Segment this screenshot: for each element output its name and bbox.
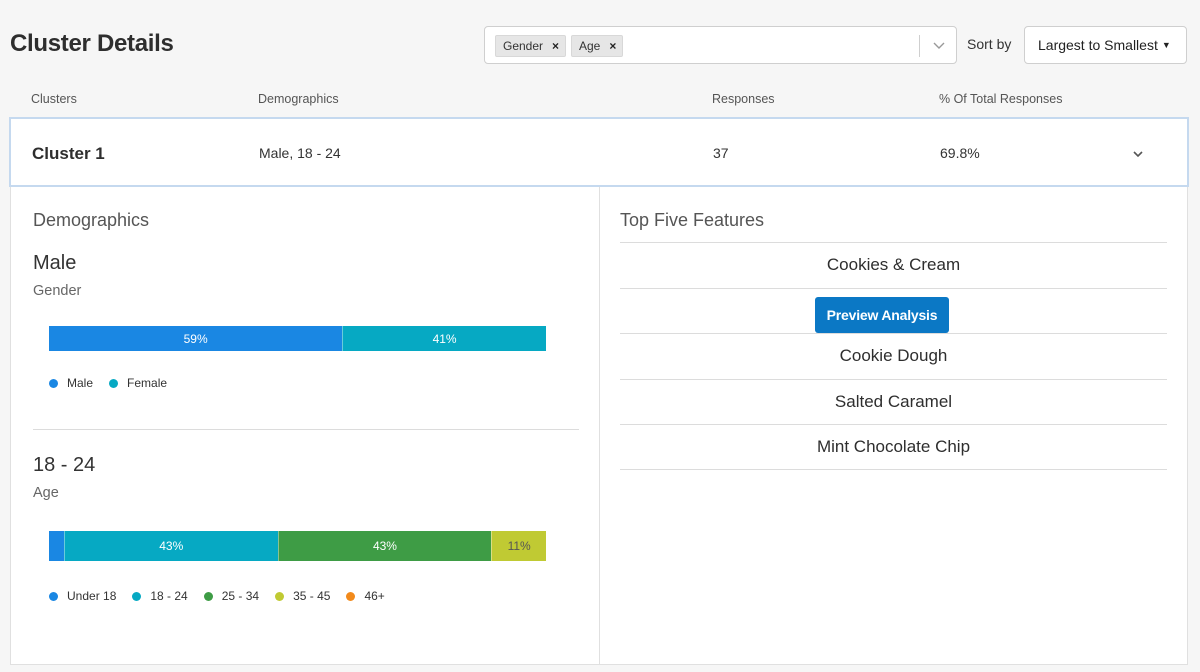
legend-dot-icon [203,591,213,601]
bar-segment-under-18 [49,531,64,561]
filter-select[interactable]: Gender × Age × [484,26,957,64]
section-divider [33,429,579,430]
feature-item: Salted Caramel [620,378,1167,425]
feature-item: Cookies & Cream [620,242,1167,288]
legend-label: Male [67,376,94,390]
cluster-detail-panel: Demographics Male Gender 59% 41% Male Fema… [10,187,1188,665]
column-header-percent: % Of Total Responses [939,92,1063,106]
legend-dot-icon [109,378,119,388]
legend-dot-icon [49,591,58,601]
legend-dot-icon [275,591,285,601]
page-title: Cluster Details [10,30,174,57]
bar-segment-35-45: 11% [491,531,546,561]
features-list: Cookies & Cream Cake Batter Cookie Dough… [620,242,1167,470]
remove-gender-icon[interactable]: × [552,39,559,53]
age-bar: 43% 43% 11% [49,531,546,561]
bar-segment-female: 41% [342,326,546,351]
legend-item: Under 18 [49,589,116,603]
chevron-down-icon[interactable] [931,37,947,53]
features-title: Top Five Features [620,210,765,230]
panel-divider [599,187,600,665]
legend-item: 46+ [346,589,385,603]
legend-label: Female [127,376,168,390]
feature-item: Mint Chocolate Chip [620,424,1167,470]
bar-segment-25-34: 43% [277,531,492,561]
legend-label: Under 18 [67,589,117,603]
sort-value: Largest to Smallest [1038,37,1158,53]
gender-value: Male [33,252,77,274]
bar-segment-male: 59% [49,326,343,351]
legend-item: 35 - 45 [275,589,330,603]
legend-item: 18 - 24 [132,589,188,603]
bar-segment-18-24: 43% [63,531,278,561]
age-label: Age [33,485,59,501]
legend-item: Female [109,376,167,390]
demographics-title: Demographics [33,210,150,230]
cluster-demographics: Male, 18 - 24 [259,145,341,161]
remove-age-icon[interactable]: × [609,39,616,53]
cluster-row[interactable]: Cluster 1 Male, 18 - 24 37 69.8% [9,117,1189,187]
gender-bar: 59% 41% [49,326,546,351]
sort-label: Sort by [967,36,1012,52]
cluster-percent: 69.8% [940,145,980,161]
chip-label: Age [579,39,601,53]
legend-label: 35 - 45 [293,589,331,603]
age-value: 18 - 24 [33,454,96,476]
age-legend: Under 18 18 - 24 25 - 34 35 - 45 46+ [49,589,401,603]
legend-item: 25 - 34 [203,589,260,603]
cluster-responses: 37 [713,145,729,161]
cluster-name: Cluster 1 [32,144,105,163]
column-header-demographics: Demographics [258,92,339,106]
legend-dot-icon [346,591,356,601]
preview-analysis-button[interactable]: Preview Analysis [815,297,949,333]
feature-item: Cookie Dough [620,333,1167,379]
column-header-clusters: Clusters [31,92,77,106]
gender-legend: Male Female [49,376,183,390]
filter-chip-gender: Gender × [495,35,567,57]
chip-label: Gender [503,39,544,53]
legend-dot-icon [49,378,58,388]
sort-dropdown[interactable]: Largest to Smallest ▼ [1024,26,1187,64]
legend-label: 25 - 34 [221,589,260,603]
legend-dot-icon [132,591,142,601]
gender-label: Gender [33,283,82,299]
column-header-responses: Responses [712,92,775,106]
filter-chip-age: Age × [571,35,624,57]
caret-down-icon: ▼ [1161,40,1171,50]
legend-item: Male [49,376,93,390]
chevron-down-icon[interactable] [1131,147,1145,161]
legend-label: 18 - 24 [150,589,188,603]
legend-label: 46+ [364,589,385,603]
filter-separator [919,35,920,57]
